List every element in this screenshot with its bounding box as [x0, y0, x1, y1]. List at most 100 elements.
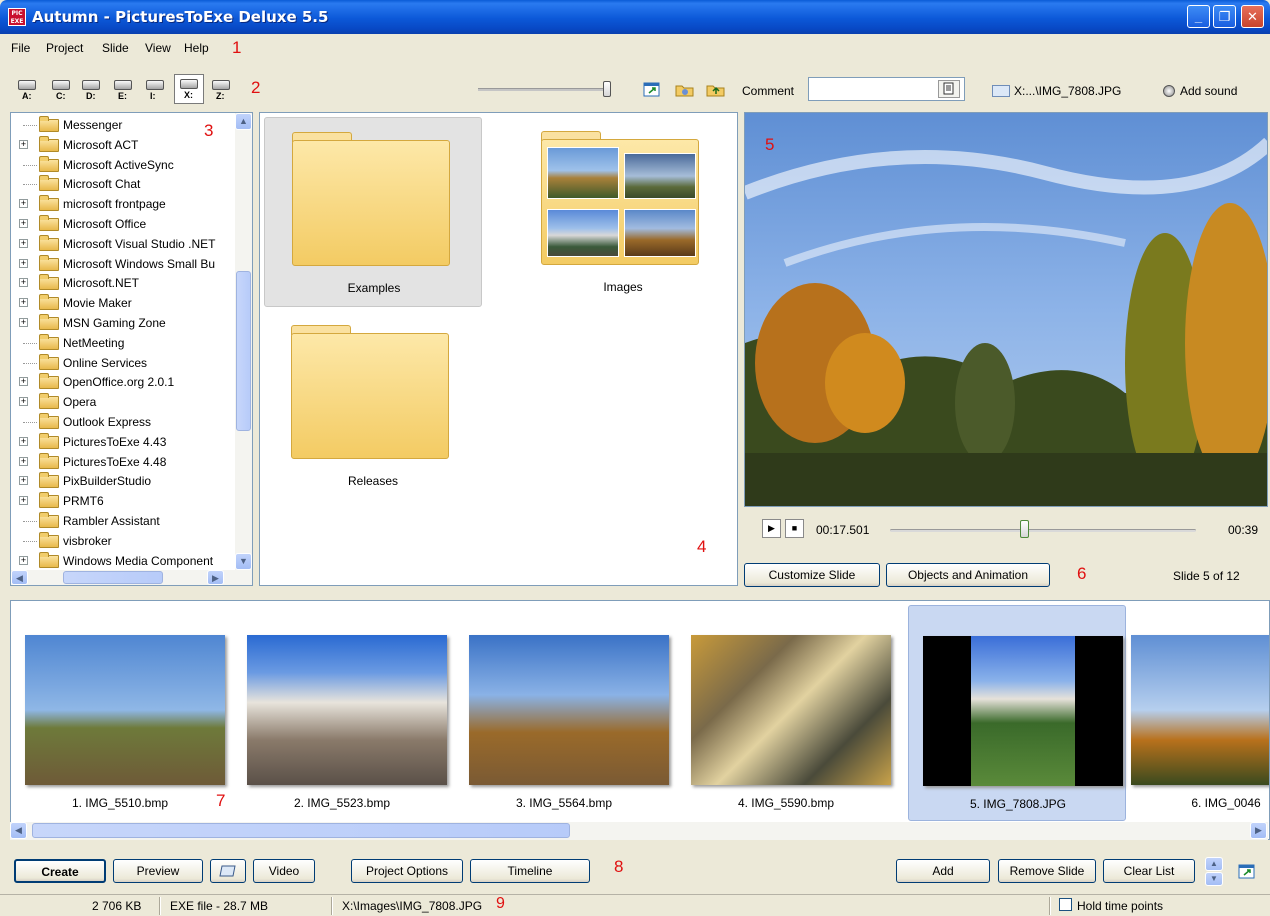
expand-icon[interactable]: + — [19, 199, 28, 209]
tree-item[interactable]: + OpenOffice.org 2.0.1 — [11, 372, 231, 392]
slide-item[interactable]: 1. IMG_5510.bmp — [11, 605, 229, 821]
slide-item[interactable]: 3. IMG_5564.bmp — [455, 605, 673, 821]
tree-item[interactable]: + PicturesToExe 4.43 — [11, 432, 231, 452]
tree-item[interactable]: Rambler Assistant — [11, 511, 231, 531]
minimize-button[interactable]: _ — [1187, 5, 1210, 28]
comment-edit-icon[interactable] — [938, 80, 960, 98]
playback-slider-thumb[interactable] — [1019, 520, 1029, 538]
expand-icon[interactable]: + — [19, 318, 28, 327]
tree-item[interactable]: + Microsoft Visual Studio .NET — [11, 234, 231, 254]
slide-item[interactable]: 4. IMG_5590.bmp — [677, 605, 895, 821]
expand-icon[interactable]: + — [19, 456, 28, 466]
scroll-left-button[interactable]: ◀ — [11, 570, 28, 585]
expand-icon[interactable]: + — [19, 238, 28, 248]
slide-list[interactable]: 1. IMG_5510.bmp 2. IMG_5523.bmp 3. IMG_5… — [10, 600, 1270, 840]
drive-c-button[interactable]: C: — [50, 76, 74, 102]
scroll-thumb[interactable] — [32, 823, 570, 838]
remove-slide-button[interactable]: Remove Slide — [998, 859, 1096, 883]
menu-file[interactable]: File — [11, 41, 30, 55]
expand-icon[interactable]: + — [19, 476, 28, 486]
tree-item[interactable]: Microsoft Chat — [11, 174, 231, 194]
slide-item[interactable]: 6. IMG_0046 — [1117, 605, 1269, 821]
timeline-button[interactable]: Timeline — [470, 859, 590, 883]
expand-icon[interactable]: + — [19, 298, 28, 308]
expand-icon[interactable]: + — [19, 219, 28, 228]
scroll-left-button[interactable]: ◀ — [10, 822, 27, 839]
expand-icon[interactable]: + — [19, 278, 28, 288]
drive-z-button[interactable]: Z: — [210, 76, 234, 102]
menu-slide[interactable]: Slide — [102, 41, 129, 55]
clear-list-button[interactable]: Clear List — [1103, 859, 1195, 883]
drive-x-button[interactable]: X: — [174, 74, 204, 104]
scroll-thumb[interactable] — [63, 571, 163, 584]
expand-icon[interactable]: + — [19, 377, 28, 387]
folder-images[interactable]: Images — [514, 117, 732, 307]
expand-icon[interactable]: + — [19, 436, 28, 446]
drive-d-button[interactable]: D: — [80, 76, 104, 102]
scroll-right-button[interactable]: ▶ — [207, 570, 224, 585]
slide-file-reference[interactable]: X:...\IMG_7808.JPG — [992, 84, 1121, 98]
tree-vertical-scrollbar[interactable]: ▲ ▼ — [235, 113, 252, 570]
tree-item[interactable]: NetMeeting — [11, 333, 231, 353]
slide-item[interactable]: 2. IMG_5523.bmp — [233, 605, 451, 821]
expand-icon[interactable]: + — [19, 397, 28, 407]
expand-window-icon[interactable] — [1238, 864, 1256, 883]
menu-project[interactable]: Project — [46, 41, 83, 55]
tree-item[interactable]: + PixBuilderStudio — [11, 471, 231, 491]
slide-item-selected[interactable]: 5. IMG_7808.JPG — [908, 605, 1126, 821]
slide-list-scrollbar[interactable]: ◀ ▶ — [10, 822, 1268, 840]
tree-item[interactable]: Messenger — [11, 115, 231, 135]
restore-button[interactable]: ❐ — [1213, 5, 1236, 28]
thumbnail-size-slider[interactable] — [478, 88, 608, 91]
tree-horizontal-scrollbar[interactable]: ◀ ▶ — [11, 570, 252, 585]
scroll-thumb[interactable] — [236, 271, 251, 431]
customize-slide-button[interactable]: Customize Slide — [744, 563, 880, 587]
folder-view[interactable]: Examples Images Releases 4 — [259, 112, 738, 586]
menu-view[interactable]: View — [145, 41, 171, 55]
project-options-button[interactable]: Project Options — [351, 859, 463, 883]
tree-item[interactable]: + Microsoft ACT — [11, 135, 231, 155]
folder-examples[interactable]: Examples — [264, 117, 482, 307]
tree-item[interactable]: + Opera — [11, 392, 231, 412]
stop-button[interactable]: ■ — [785, 519, 804, 538]
expand-icon[interactable]: + — [19, 496, 28, 506]
drive-i-button[interactable]: I: — [144, 76, 168, 102]
folder-tree[interactable]: + Windows Media Component visbroker Rambler… — [10, 112, 253, 586]
play-button[interactable]: ▶ — [762, 519, 781, 538]
tree-item[interactable]: + Movie Maker — [11, 293, 231, 313]
drive-a-button[interactable]: A: — [16, 76, 40, 102]
move-slide-spinner[interactable]: ▲ ▼ — [1204, 857, 1224, 887]
expand-icon[interactable]: + — [19, 258, 28, 268]
expand-icon[interactable]: + — [19, 139, 28, 149]
add-sound-button[interactable]: Add sound — [1163, 84, 1237, 98]
fullscreen-preview-button[interactable] — [210, 859, 246, 883]
playback-slider[interactable] — [890, 529, 1196, 532]
move-down-icon[interactable]: ▼ — [1205, 872, 1223, 886]
move-up-icon[interactable]: ▲ — [1205, 857, 1223, 871]
tree-item[interactable]: visbroker — [11, 531, 231, 551]
maximize-view-icon[interactable] — [643, 82, 661, 98]
folder-releases[interactable]: Releases — [264, 311, 482, 501]
slide-preview[interactable]: 5 — [744, 112, 1268, 507]
thumbnail-size-slider-thumb[interactable] — [603, 81, 611, 97]
hold-time-points-checkbox[interactable] — [1059, 898, 1072, 911]
scroll-down-button[interactable]: ▼ — [235, 553, 252, 570]
tree-item[interactable]: + Microsoft.NET — [11, 273, 231, 293]
objects-animation-button[interactable]: Objects and Animation — [886, 563, 1050, 587]
video-button[interactable]: Video — [253, 859, 315, 883]
menu-help[interactable]: Help — [184, 41, 209, 55]
folder-up-icon[interactable] — [706, 82, 725, 98]
tree-item[interactable]: + Microsoft Office — [11, 214, 231, 234]
tree-item[interactable]: Microsoft ActiveSync — [11, 155, 231, 175]
tree-item[interactable]: Online Services — [11, 353, 231, 373]
tree-item[interactable]: + MSN Gaming Zone — [11, 313, 231, 333]
scroll-right-button[interactable]: ▶ — [1250, 822, 1267, 839]
drive-e-button[interactable]: E: — [112, 76, 136, 102]
create-button[interactable]: Create — [14, 859, 106, 883]
title-bar[interactable]: PIC EXE Autumn - PicturesToExe Deluxe 5.… — [0, 0, 1270, 34]
tree-item[interactable]: Outlook Express — [11, 412, 231, 432]
tree-item[interactable]: + PicturesToExe 4.48 — [11, 452, 231, 472]
close-button[interactable]: ✕ — [1241, 5, 1264, 28]
preview-button[interactable]: Preview — [113, 859, 203, 883]
open-folder-icon[interactable] — [675, 82, 694, 98]
